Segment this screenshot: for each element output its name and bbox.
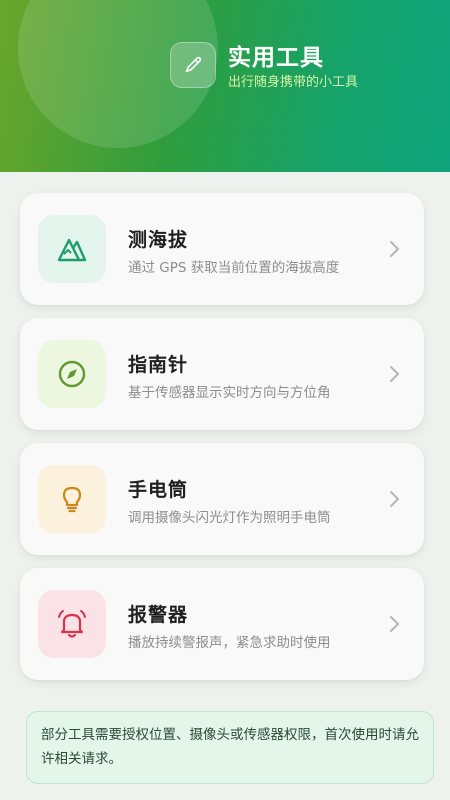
tool-card-alarm[interactable]: 报警器 播放持续警报声，紧急求助时使用 (20, 568, 424, 680)
tool-card-flashlight[interactable]: 手电筒 调用摄像头闪光灯作为照明手电筒 (20, 443, 424, 555)
page-subtitle: 出行随身携带的小工具 (228, 75, 359, 90)
tool-title: 手电筒 (128, 479, 189, 501)
page-title: 实用工具 (228, 45, 324, 71)
tool-description: 通过 GPS 获取当前位置的海拔高度 (128, 260, 340, 276)
permission-notice-text: 部分工具需要授权位置、摄像头或传感器权限，首次使用时请允许相关请求。 (41, 727, 419, 767)
compass-icon (58, 360, 86, 388)
lightbulb-icon (62, 486, 82, 513)
bell-alarm-icon (58, 610, 86, 638)
chevron-right-icon (390, 366, 400, 382)
permission-notice: 部分工具需要授权位置、摄像头或传感器权限，首次使用时请允许相关请求。 (26, 711, 434, 784)
tool-description: 基于传感器显示实时方向与方位角 (128, 385, 331, 401)
header-banner: 实用工具 出行随身携带的小工具 (0, 0, 450, 172)
tool-icon-box (38, 340, 106, 408)
chevron-right-icon (390, 491, 400, 507)
tool-title: 测海拔 (128, 229, 189, 251)
tool-card-altitude[interactable]: 测海拔 通过 GPS 获取当前位置的海拔高度 (20, 193, 424, 305)
mountain-icon (57, 238, 87, 262)
app-icon (170, 42, 216, 88)
tool-title: 报警器 (128, 604, 189, 626)
tool-card-compass[interactable]: 指南针 基于传感器显示实时方向与方位角 (20, 318, 424, 430)
pencil-icon (185, 56, 202, 73)
tool-description: 播放持续警报声，紧急求助时使用 (128, 635, 331, 651)
tool-icon-box (38, 215, 106, 283)
tool-description: 调用摄像头闪光灯作为照明手电筒 (128, 510, 331, 526)
tool-icon-box (38, 590, 106, 658)
chevron-right-icon (390, 241, 400, 257)
tool-icon-box (38, 465, 106, 533)
chevron-right-icon (390, 616, 400, 632)
tool-title: 指南针 (128, 354, 189, 376)
